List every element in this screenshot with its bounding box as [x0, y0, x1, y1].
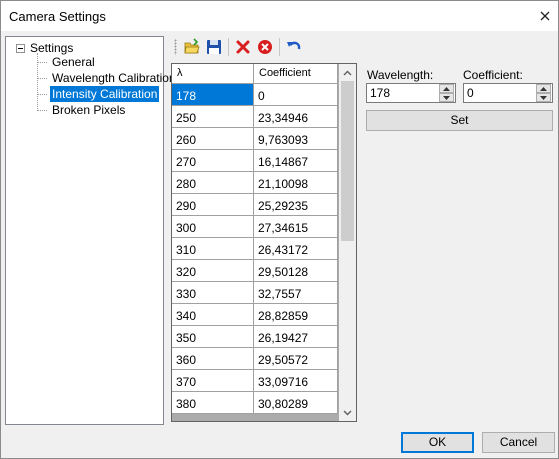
- cell-lambda[interactable]: 340: [172, 304, 254, 326]
- column-header-coefficient[interactable]: Coefficient: [254, 64, 338, 84]
- cell-coefficient[interactable]: 26,19427: [254, 326, 338, 348]
- coefficient-spinner[interactable]: [463, 83, 553, 103]
- tree-item-broken-pixels[interactable]: Broken Pixels: [37, 102, 127, 118]
- wavelength-spin-buttons: [439, 84, 455, 102]
- table-row[interactable]: 260 9,763093: [172, 128, 338, 150]
- cell-coefficient[interactable]: 25,29235: [254, 194, 338, 216]
- set-button[interactable]: Set: [366, 110, 553, 131]
- tree-item-wavelength-calibration[interactable]: Wavelength Calibration: [37, 70, 178, 86]
- grid-scrollbar[interactable]: [339, 64, 356, 421]
- window-title: Camera Settings: [9, 9, 106, 24]
- table-row[interactable]: 350 26,19427: [172, 326, 338, 348]
- toolbar-separator: [228, 38, 229, 56]
- settings-tree: Settings General Wavelength Calibration …: [5, 36, 176, 425]
- cell-coefficient[interactable]: 23,34946: [254, 106, 338, 128]
- cell-coefficient[interactable]: 16,14867: [254, 150, 338, 172]
- toolbar: [171, 36, 305, 58]
- open-icon[interactable]: [181, 36, 203, 58]
- cell-lambda[interactable]: 250: [172, 106, 254, 128]
- scroll-up-icon[interactable]: [339, 64, 356, 81]
- table-row[interactable]: 330 32,7557: [172, 282, 338, 304]
- cancel-button[interactable]: Cancel: [482, 432, 555, 453]
- coefficient-input[interactable]: [464, 84, 534, 102]
- tree-item-label: Intensity Calibration: [48, 85, 161, 103]
- tree-branch: [37, 61, 47, 63]
- toolbar-grip[interactable]: [174, 39, 177, 55]
- table-row[interactable]: 340 28,82859: [172, 304, 338, 326]
- tree-branch: [37, 109, 47, 111]
- grid-header: λ Coefficient: [172, 64, 338, 84]
- spin-up-icon[interactable]: [439, 84, 454, 93]
- cell-lambda[interactable]: 330: [172, 282, 254, 304]
- cell-coefficient[interactable]: 21,10098: [254, 172, 338, 194]
- table-row[interactable]: 178 0: [172, 84, 338, 106]
- tree-item-label: Wavelength Calibration: [52, 71, 176, 85]
- tree-item-label: General: [52, 55, 95, 69]
- close-icon[interactable]: [538, 9, 552, 23]
- grid-body: λ Coefficient 178 0 250 23,34946 260 9,763093…: [172, 64, 338, 421]
- cell-coefficient[interactable]: 32,7557: [254, 282, 338, 304]
- ok-button[interactable]: OK: [401, 432, 474, 453]
- table-row[interactable]: 280 21,10098: [172, 172, 338, 194]
- tree-item-label: Broken Pixels: [52, 103, 126, 117]
- table-row[interactable]: 360 29,50572: [172, 348, 338, 370]
- cell-lambda[interactable]: 350: [172, 326, 254, 348]
- spin-up-icon[interactable]: [536, 84, 551, 93]
- table-row[interactable]: 370 33,09716: [172, 370, 338, 392]
- cell-coefficient[interactable]: 33,09716: [254, 370, 338, 392]
- table-row[interactable]: 320 29,50128: [172, 260, 338, 282]
- spin-down-icon[interactable]: [439, 93, 454, 102]
- clear-icon[interactable]: [254, 36, 276, 58]
- spin-down-icon[interactable]: [536, 93, 551, 102]
- table-row[interactable]: 310 26,43172: [172, 238, 338, 260]
- cell-coefficient[interactable]: 29,50572: [254, 348, 338, 370]
- cell-lambda[interactable]: 270: [172, 150, 254, 172]
- scroll-thumb[interactable]: [341, 81, 354, 241]
- cell-coefficient[interactable]: 0: [254, 84, 338, 106]
- cell-lambda[interactable]: 280: [172, 172, 254, 194]
- table-row[interactable]: 270 16,14867: [172, 150, 338, 172]
- coefficient-spin-buttons: [536, 84, 552, 102]
- cell-lambda[interactable]: 360: [172, 348, 254, 370]
- table-row[interactable]: 250 23,34946: [172, 106, 338, 128]
- cell-lambda[interactable]: 260: [172, 128, 254, 150]
- cell-lambda[interactable]: 310: [172, 238, 254, 260]
- cell-lambda[interactable]: 178: [172, 84, 254, 106]
- cell-lambda[interactable]: 380: [172, 392, 254, 414]
- cell-coefficient[interactable]: 30,80289: [254, 392, 338, 414]
- delete-icon[interactable]: [232, 36, 254, 58]
- scroll-down-icon[interactable]: [339, 404, 356, 421]
- tree-item-intensity-calibration[interactable]: Intensity Calibration: [37, 85, 161, 103]
- wavelength-input[interactable]: [367, 84, 437, 102]
- column-header-lambda[interactable]: λ: [172, 64, 254, 84]
- cell-lambda[interactable]: 290: [172, 194, 254, 216]
- table-row[interactable]: 300 27,34615: [172, 216, 338, 238]
- undo-icon[interactable]: [283, 36, 305, 58]
- wavelength-label: Wavelength:: [367, 68, 434, 82]
- collapse-icon[interactable]: [16, 43, 25, 53]
- title-bar: Camera Settings: [1, 1, 558, 31]
- table-row[interactable]: 290 25,29235: [172, 194, 338, 216]
- toolbar-separator: [279, 38, 280, 56]
- tree-root-settings[interactable]: Settings: [16, 41, 73, 55]
- cell-coefficient[interactable]: 9,763093: [254, 128, 338, 150]
- camera-settings-dialog: Camera Settings Settings General Wavelen…: [0, 0, 559, 459]
- cell-lambda[interactable]: 320: [172, 260, 254, 282]
- cell-coefficient[interactable]: 29,50128: [254, 260, 338, 282]
- save-icon[interactable]: [203, 36, 225, 58]
- tree-branch: [37, 93, 47, 95]
- tree-branch: [37, 77, 47, 79]
- coefficient-label: Coefficient:: [463, 68, 523, 82]
- table-row[interactable]: 380 30,80289: [172, 392, 338, 414]
- cell-coefficient[interactable]: 26,43172: [254, 238, 338, 260]
- cell-lambda[interactable]: 370: [172, 370, 254, 392]
- calibration-grid[interactable]: λ Coefficient 178 0 250 23,34946 260 9,763093…: [171, 63, 357, 422]
- cell-coefficient[interactable]: 27,34615: [254, 216, 338, 238]
- cell-lambda[interactable]: 300: [172, 216, 254, 238]
- tree-item-general[interactable]: General: [37, 54, 97, 70]
- cell-coefficient[interactable]: 28,82859: [254, 304, 338, 326]
- wavelength-spinner[interactable]: [366, 83, 456, 103]
